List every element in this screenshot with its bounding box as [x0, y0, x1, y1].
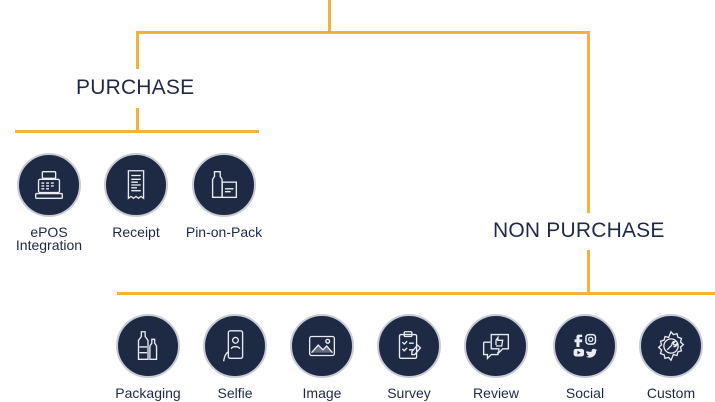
non-purchase-drop — [587, 31, 590, 213]
purchase-item-label: Pin-on-Pack — [185, 224, 263, 240]
non-purchase-item-social: Social — [540, 314, 630, 400]
receipt-icon — [104, 153, 168, 217]
non-purchase-item-image: Image — [277, 314, 367, 400]
non-purchase-item-survey: Survey — [364, 314, 454, 400]
non-purchase-heading: NON PURCHASE — [493, 219, 665, 242]
purchase-stem — [136, 108, 139, 132]
thumbs-up-chat-icon — [464, 314, 528, 378]
purchase-drop — [136, 31, 139, 69]
non-purchase-item-label: Selfie — [217, 385, 253, 401]
product-pack-icon — [192, 153, 256, 217]
cash-register-icon — [17, 153, 81, 217]
hierarchy-diagram: PURCHASE NON PURCHASE ePOS Integration R… — [0, 0, 715, 402]
non-purchase-item-label: Custom — [646, 385, 696, 401]
non-purchase-stem — [587, 250, 590, 294]
non-purchase-item-label: Survey — [387, 385, 431, 401]
image-icon — [290, 314, 354, 378]
bottles-icon — [116, 314, 180, 378]
phone-selfie-icon — [203, 314, 267, 378]
non-purchase-bar — [117, 292, 715, 295]
non-purchase-item-label: Packaging — [115, 385, 181, 401]
non-purchase-item-label: Review — [473, 385, 519, 401]
clipboard-checklist-icon — [377, 314, 441, 378]
purchase-item-label: Receipt — [112, 224, 160, 240]
non-purchase-item-label: Social — [565, 385, 605, 401]
non-purchase-item-label: Image — [302, 385, 342, 401]
social-media-icon — [553, 314, 617, 378]
purchase-heading: PURCHASE — [76, 76, 195, 99]
non-purchase-item-packaging: Packaging — [103, 314, 193, 400]
purchase-item-pin-on-pack: Pin-on-Pack — [179, 153, 269, 239]
non-purchase-item-custom: Custom — [626, 314, 715, 400]
purchase-item-epos: ePOS Integration — [4, 153, 94, 252]
purchase-bar — [15, 130, 259, 133]
top-branch — [136, 31, 590, 34]
purchase-item-receipt: Receipt — [91, 153, 181, 239]
gear-wrench-icon — [639, 314, 703, 378]
non-purchase-item-selfie: Selfie — [190, 314, 280, 400]
root-stem — [328, 0, 331, 33]
purchase-item-label: ePOS Integration — [15, 224, 83, 253]
non-purchase-item-review: Review — [451, 314, 541, 400]
